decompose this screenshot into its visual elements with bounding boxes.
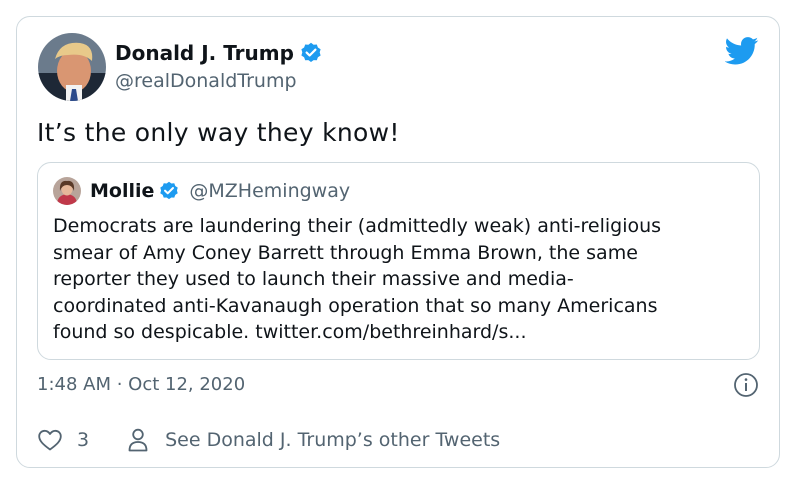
author-handle[interactable]: @realDonaldTrump [115, 69, 297, 93]
author-name-row: Donald J. Trump [115, 41, 322, 65]
quoted-author-row: Mollie @MZHemingway [90, 179, 350, 203]
quoted-text-line: reporter they used to launch their massi… [53, 268, 574, 290]
verified-badge-icon [159, 181, 179, 201]
verified-badge-icon [300, 42, 322, 64]
see-other-tweets-link[interactable]: See Donald J. Trump’s other Tweets [165, 429, 500, 451]
quoted-author-handle[interactable]: @MZHemingway [189, 179, 350, 203]
quoted-text-line: coordinated anti-Kavanaugh operation tha… [53, 294, 658, 317]
embedded-tweet-card: Donald J. Trump @realDonaldTrump It’s th… [16, 16, 780, 468]
author-name[interactable]: Donald J. Trump [115, 41, 294, 65]
tweet-actions: 3 See Donald J. Trump’s other Tweets [37, 427, 500, 453]
like-count[interactable]: 3 [77, 429, 89, 451]
author-avatar[interactable] [38, 33, 106, 101]
tweet-timestamp[interactable]: 1:48 AM · Oct 12, 2020 [37, 373, 245, 397]
tweet-text: It’s the only way they know! [37, 118, 400, 147]
quoted-tweet-text: Democrats are laundering their (admitted… [53, 213, 753, 346]
twitter-bird-icon[interactable] [724, 37, 759, 65]
quoted-author-name[interactable]: Mollie [90, 179, 154, 203]
person-icon[interactable] [127, 427, 149, 453]
quoted-text-line: smear of Amy Coney Barrett through Emma … [53, 241, 638, 264]
quoted-text-line: Democrats are laundering their (admitted… [53, 215, 662, 237]
quoted-text-line: found so despicable. twitter.com/bethrei… [53, 321, 527, 343]
quoted-tweet[interactable]: Mollie @MZHemingway Democrats are launde… [37, 162, 760, 360]
info-icon[interactable] [733, 372, 759, 398]
heart-icon[interactable] [37, 428, 63, 452]
quoted-author-avatar[interactable] [53, 177, 81, 205]
